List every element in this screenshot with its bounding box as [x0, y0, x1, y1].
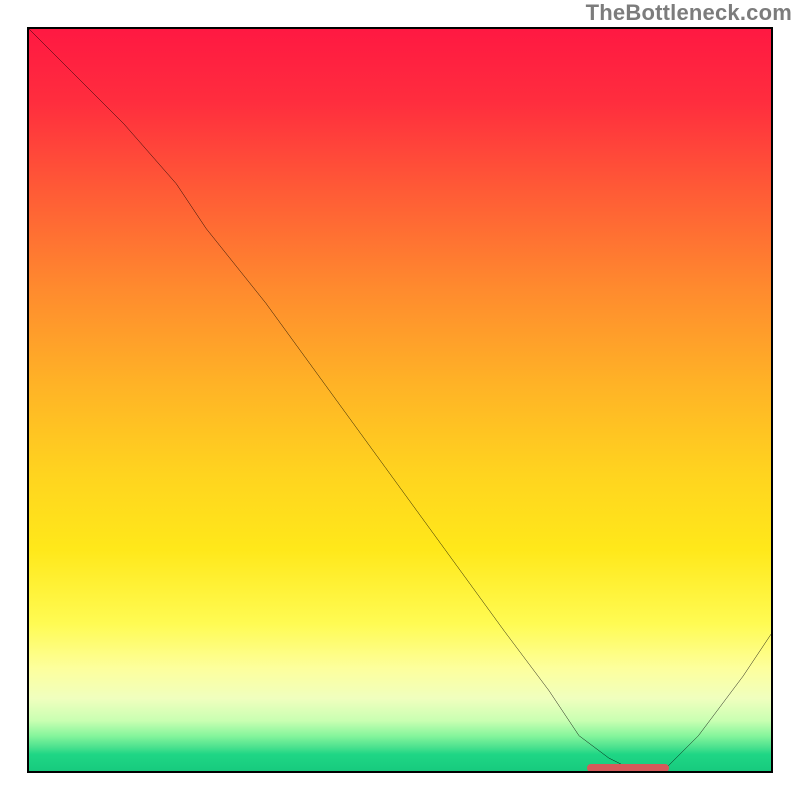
chart-container: TheBottleneck.com — [0, 0, 800, 800]
plot-area — [27, 27, 773, 773]
watermark-text: TheBottleneck.com — [586, 0, 792, 26]
gradient-background — [27, 27, 773, 773]
optimal-range-marker — [587, 764, 669, 772]
